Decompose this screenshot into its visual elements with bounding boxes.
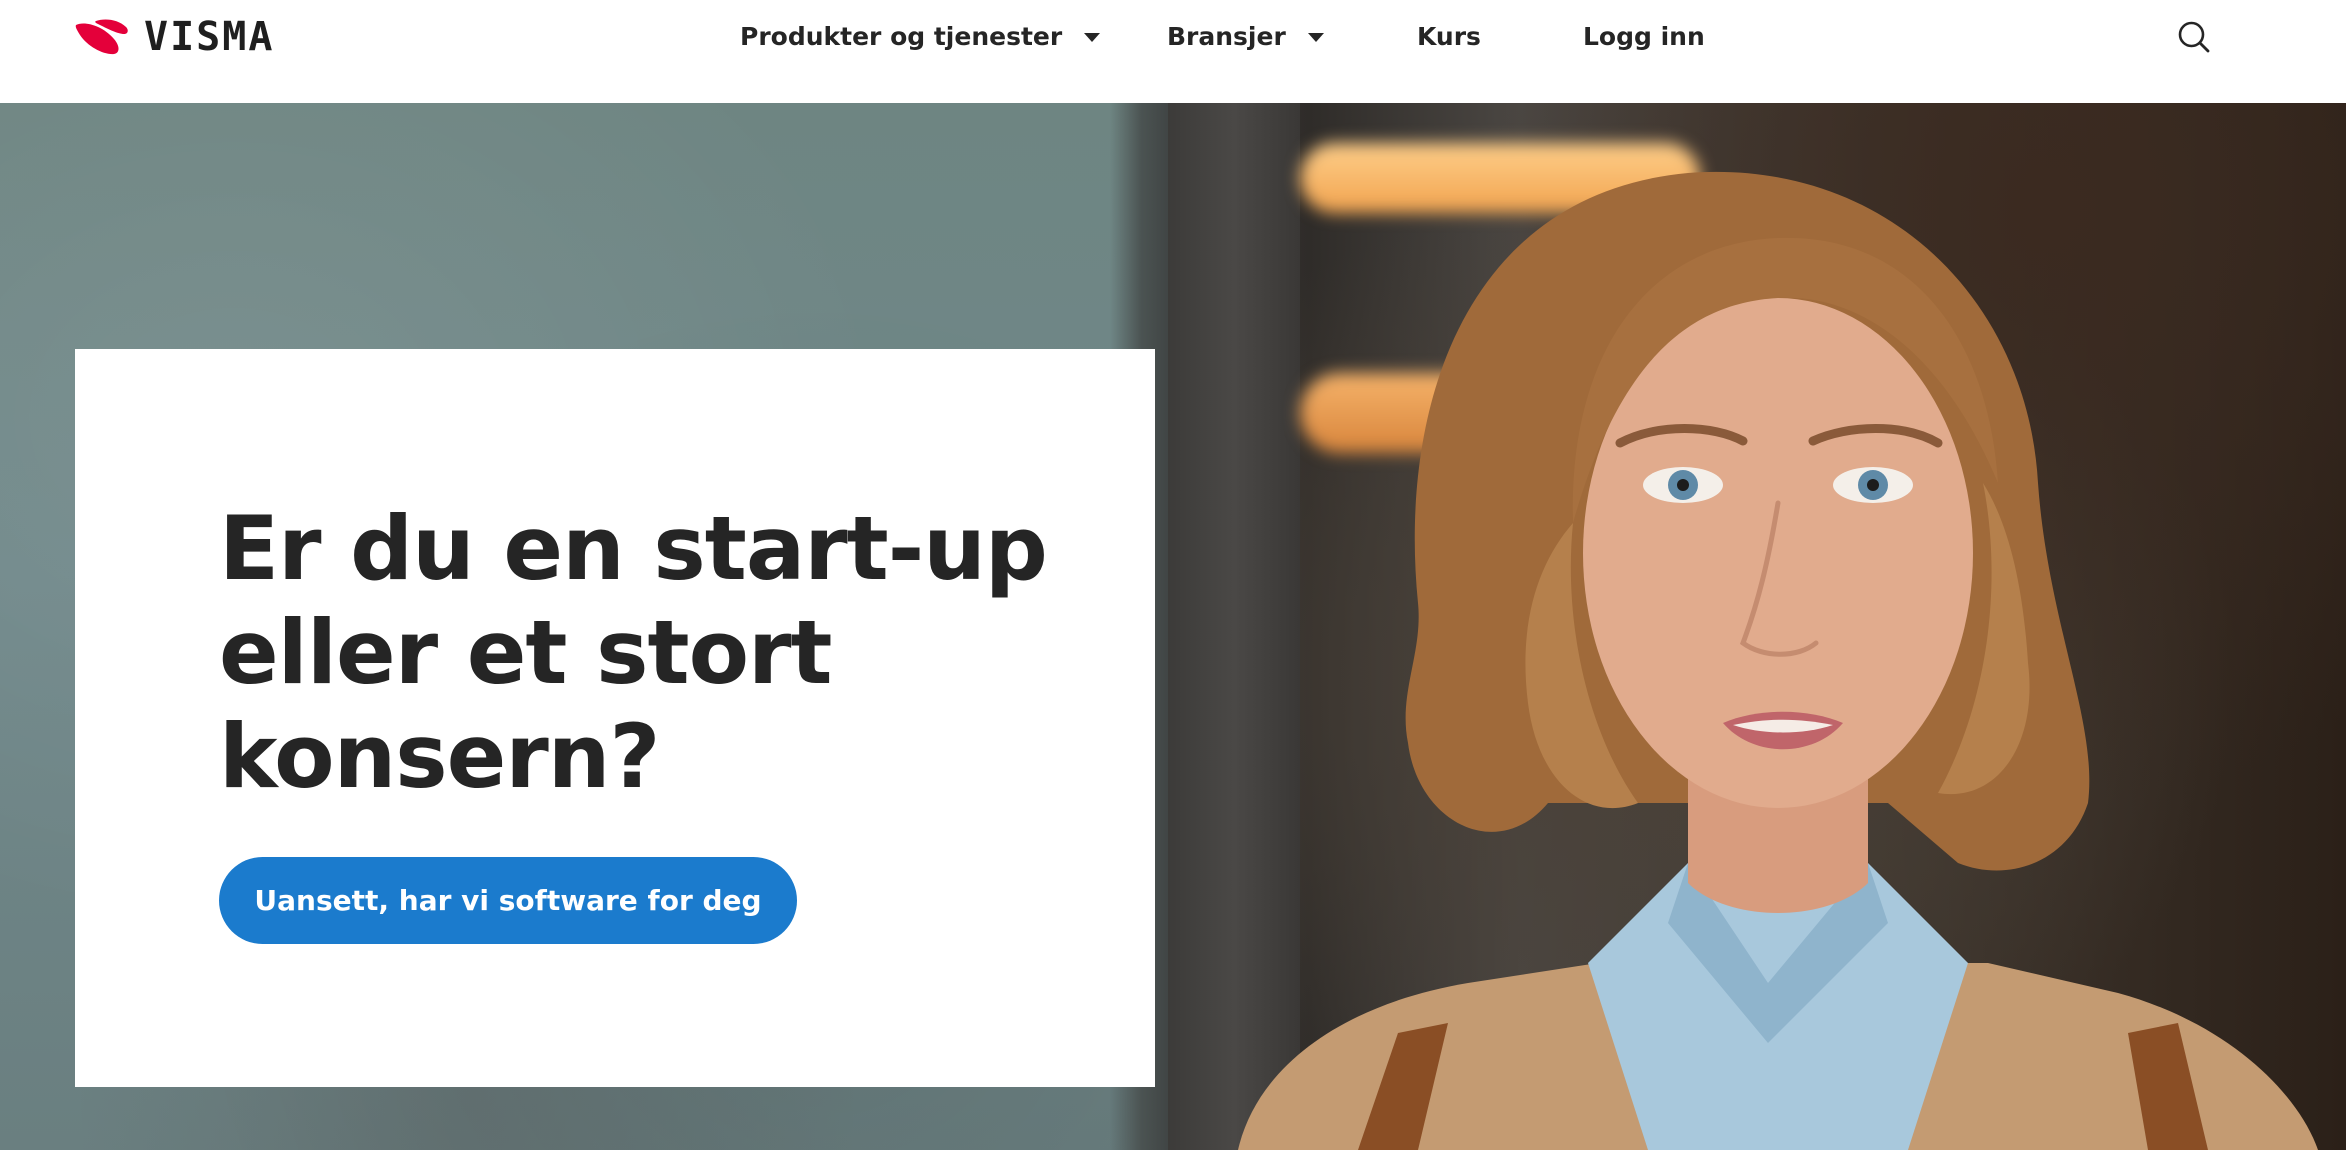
caret-down-icon (1084, 32, 1101, 42)
search-button[interactable] (2174, 17, 2214, 57)
hero-photo-woman (1238, 171, 2318, 1150)
nav-courses-label: Kurs (1417, 21, 1481, 51)
visma-logo[interactable]: VISMA (74, 14, 274, 60)
site-header: VISMA Produkter og tjenester Bransjer Ku… (0, 0, 2346, 103)
nav-courses[interactable]: Kurs (1417, 14, 1481, 58)
nav-login-label: Logg inn (1583, 21, 1705, 51)
software-cta-button[interactable]: Uansett, har vi software for deg (219, 857, 797, 944)
nav-industries[interactable]: Bransjer (1167, 14, 1324, 58)
caret-down-icon (1307, 32, 1324, 42)
nav-products-services[interactable]: Produkter og tjenester (740, 14, 1101, 58)
hero-title: Er du en start-up eller et stort konsern… (219, 497, 1048, 808)
hero-card: Er du en start-up eller et stort konsern… (75, 349, 1155, 1087)
nav-industries-label: Bransjer (1167, 21, 1286, 51)
nav-products-services-label: Produkter og tjenester (740, 21, 1063, 51)
visma-logo-mark-icon (75, 19, 128, 55)
hero-section: Er du en start-up eller et stort konsern… (0, 103, 2346, 1150)
brand-name: VISMA (144, 14, 275, 60)
nav-login[interactable]: Logg inn (1583, 14, 1705, 58)
search-icon (2178, 21, 2210, 53)
